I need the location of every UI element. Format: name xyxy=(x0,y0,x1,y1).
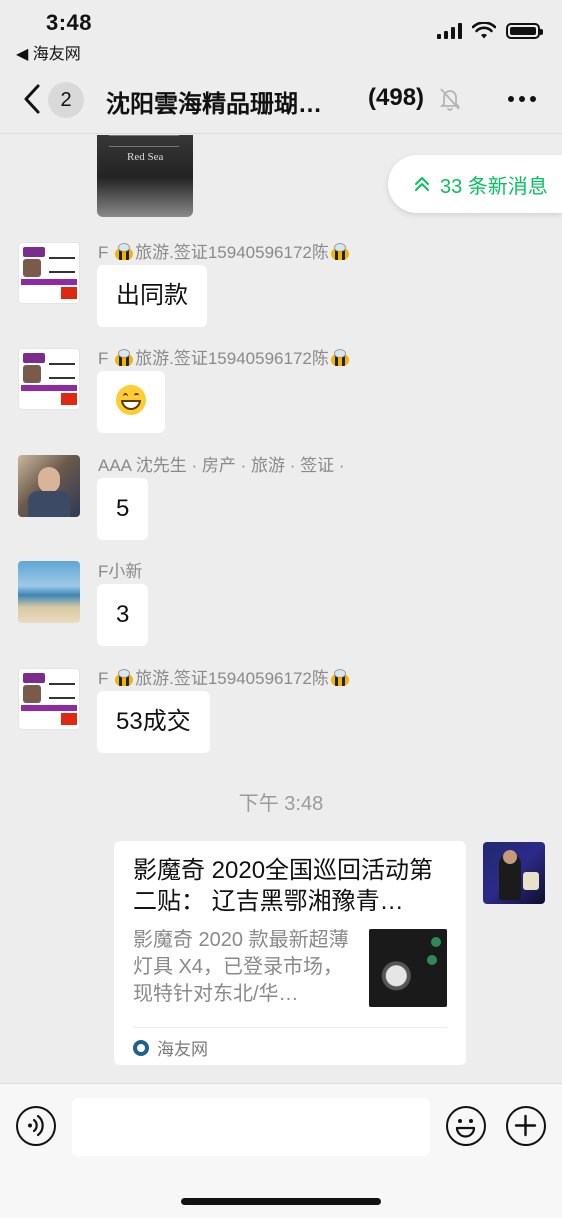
wifi-icon xyxy=(472,22,496,39)
status-bar: 3:48 ◀ 海友网 xyxy=(0,0,562,64)
sender-name: F小新 xyxy=(98,562,143,581)
message-bubble[interactable]: 3 xyxy=(97,584,149,646)
voice-input-button[interactable] xyxy=(16,1106,56,1146)
chat-header: 2 沈阳雲海精品珊瑚… (498) xyxy=(0,64,562,134)
chat-title: 沈阳雲海精品珊瑚… xyxy=(106,91,322,118)
message-list[interactable]: Red Sea 33 条新消息 F 旅游.签证15940596172陈 出同款 … xyxy=(0,135,562,1083)
sender-name: F 旅游.签证15940596172陈 xyxy=(98,664,351,689)
sender-name: AAA 沈先生 · 房产 · 旅游 · 签证 · xyxy=(98,456,345,475)
voice-icon xyxy=(28,1114,44,1137)
emoji-icon xyxy=(455,1119,476,1138)
sender-name: F 旅游.签证15940596172陈 xyxy=(98,238,351,263)
mute-bell-icon xyxy=(439,88,461,111)
message-bubble[interactable]: 出同款 xyxy=(97,265,207,327)
bee-emoji-icon xyxy=(329,349,351,367)
avatar[interactable] xyxy=(18,348,80,410)
plus-icon xyxy=(514,1114,537,1137)
bee-emoji-icon xyxy=(113,669,135,687)
link-card-source: 海友网 xyxy=(133,1035,208,1060)
input-bar xyxy=(0,1083,562,1218)
battery-icon xyxy=(506,23,543,39)
avatar[interactable] xyxy=(18,668,80,730)
source-name: 海友网 xyxy=(157,1040,208,1059)
link-card-title: 影魔奇 2020全国巡回活动第二贴： 辽吉黑鄂湘豫青… xyxy=(133,857,434,915)
self-avatar[interactable] xyxy=(483,842,545,904)
divider xyxy=(133,1027,447,1028)
source-logo-icon xyxy=(133,1039,149,1056)
image-message[interactable]: Red Sea xyxy=(97,135,193,217)
emoji-button[interactable] xyxy=(446,1106,486,1146)
bee-emoji-icon xyxy=(113,243,135,261)
new-messages-button[interactable]: 33 条新消息 xyxy=(388,155,562,213)
cellular-signal-icon xyxy=(437,23,462,39)
more-actions-button[interactable] xyxy=(506,1106,546,1146)
sender-name: F 旅游.签证15940596172陈 xyxy=(98,344,351,369)
back-chevron-icon[interactable] xyxy=(18,82,48,116)
avatar[interactable] xyxy=(18,561,80,623)
avatar[interactable] xyxy=(18,242,80,304)
image-brand-text: Red Sea xyxy=(127,151,164,163)
message-input[interactable] xyxy=(72,1098,430,1156)
bee-emoji-icon xyxy=(329,243,351,261)
message-bubble[interactable]: 5 xyxy=(97,478,149,540)
unread-count-badge[interactable]: 2 xyxy=(48,82,84,118)
link-card-thumbnail xyxy=(369,929,447,1007)
avatar[interactable] xyxy=(18,455,80,517)
message-bubble[interactable]: 53成交 xyxy=(97,691,210,753)
bee-emoji-icon xyxy=(113,349,135,367)
message-bubble[interactable] xyxy=(97,371,165,433)
grinning-face-emoji-icon xyxy=(116,385,146,415)
bee-emoji-icon xyxy=(329,669,351,687)
home-indicator xyxy=(181,1198,381,1205)
link-card-message[interactable]: 影魔奇 2020全国巡回活动第二贴： 辽吉黑鄂湘豫青… 影魔奇 2020 款最新… xyxy=(114,841,466,1065)
double-chevron-up-icon xyxy=(415,177,429,191)
status-icons xyxy=(437,22,543,40)
member-count: (498) xyxy=(368,84,425,111)
more-icon[interactable] xyxy=(502,86,542,112)
link-card-description: 影魔奇 2020 款最新超薄灯具 X4，已登录市场，现特针对东北/华… xyxy=(133,929,349,1005)
new-messages-label: 33 条新消息 xyxy=(440,175,548,198)
message-timestamp: 下午 3:48 xyxy=(238,793,324,815)
status-time: 3:48 xyxy=(46,10,93,35)
back-to-app-link[interactable]: ◀ 海友网 xyxy=(16,40,81,64)
